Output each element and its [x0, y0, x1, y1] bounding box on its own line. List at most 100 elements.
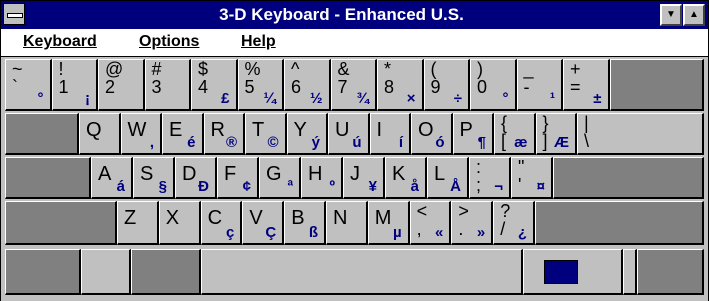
key-sym9[interactable]: :; ¬ [469, 157, 511, 199]
key-C[interactable]: Cç [200, 201, 243, 245]
key-label: A [98, 163, 112, 185]
key-shift-label: ( [430, 59, 437, 79]
key-sym11[interactable]: }] Æ [535, 113, 577, 155]
key-X[interactable]: X [158, 201, 201, 245]
key-tilde[interactable]: ~ ` ° [5, 59, 52, 111]
key-label: - [523, 77, 530, 97]
spacebar-key[interactable] [201, 249, 523, 295]
key-N[interactable]: N [326, 201, 368, 245]
key-9[interactable]: (9 ÷ [423, 59, 470, 111]
menu-keyboard[interactable]: Keyboard [23, 33, 97, 51]
key-label: X [165, 207, 180, 229]
key-L[interactable]: LÅ [427, 157, 469, 199]
key-4[interactable]: $4 £ [191, 59, 238, 111]
key-Q[interactable]: Q [79, 113, 121, 155]
key-alt-label: Ç [265, 224, 277, 241]
key-alt-label: ¹ [550, 90, 555, 107]
right-alt-key[interactable] [523, 249, 623, 295]
key-label: ' [518, 175, 522, 195]
key-A[interactable]: Aá [91, 157, 133, 199]
key-label: 8 [384, 77, 395, 97]
key-W[interactable]: W, [120, 113, 162, 155]
key-G[interactable]: Gª [259, 157, 301, 199]
key-R[interactable]: R ® [203, 113, 245, 155]
window-title: 3-D Keyboard - Enhanced U.S. [219, 5, 464, 24]
key-0[interactable]: ) 0 ° [470, 59, 517, 111]
key-sym10[interactable]: " ' ¤ [511, 157, 553, 199]
key-sym8[interactable]: >. » [451, 201, 494, 245]
key-alt-label: ¾ [356, 90, 369, 107]
key-alt-label: ÷ [453, 90, 462, 107]
key-sym12[interactable]: | \ [577, 113, 704, 155]
key-label: 0 [477, 77, 488, 97]
key-K[interactable]: Kå [385, 157, 427, 199]
key--[interactable]: _ - ¹ [516, 59, 563, 111]
key-7[interactable]: & 7 ¾ [330, 59, 377, 111]
key-O[interactable]: Oó [411, 113, 453, 155]
key-alt-label: ° [37, 90, 44, 107]
key-alt-label: é [187, 134, 196, 151]
right-win-key[interactable] [623, 249, 637, 295]
key-alt-label: í [398, 134, 403, 151]
key-2[interactable]: @2 [98, 59, 145, 111]
caps-lock-key[interactable] [5, 157, 91, 199]
key-alt-label: ½ [309, 90, 323, 107]
key-6[interactable]: ^ 6 ½ [284, 59, 331, 111]
key-E[interactable]: Eé [162, 113, 204, 155]
menu-help[interactable]: Help [241, 33, 276, 51]
key-=[interactable]: + = ± [563, 59, 610, 111]
key-shift-label: % [244, 59, 261, 79]
key-D[interactable]: DĐ [175, 157, 217, 199]
menu-help-label: Help [241, 33, 276, 50]
left-ctrl-key[interactable] [5, 249, 81, 295]
key-B[interactable]: Bß [284, 201, 326, 245]
enter-key[interactable] [553, 157, 704, 199]
key-alt-label: ó [435, 134, 445, 151]
key-alt-label: ¢ [242, 178, 251, 195]
key-F[interactable]: F ¢ [217, 157, 259, 199]
key-8[interactable]: * 8 × [377, 59, 424, 111]
key-H[interactable]: Hº [301, 157, 343, 199]
key-T[interactable]: T © [245, 113, 287, 155]
key-label: 2 [105, 77, 116, 97]
key-3[interactable]: #3 [144, 59, 191, 111]
right-ctrl-key[interactable] [637, 249, 704, 295]
key-J[interactable]: J ¥ [343, 157, 385, 199]
key-sym10[interactable]: {[æ [494, 113, 536, 155]
key-label: ] [542, 131, 548, 151]
minimize-button[interactable]: ▼ [660, 4, 682, 26]
key-P[interactable]: P ¶ [452, 113, 494, 155]
tab-key[interactable] [5, 113, 79, 155]
key-Z[interactable]: Z [117, 201, 159, 245]
key-S[interactable]: S § [133, 157, 175, 199]
left-shift-key[interactable] [5, 201, 117, 245]
key-U[interactable]: Uú [328, 113, 370, 155]
key-shift-label: ) [477, 59, 483, 79]
key-sym7[interactable]: <, « [409, 201, 452, 245]
maximize-button[interactable]: ▲ [683, 4, 705, 26]
backspace-key[interactable] [609, 59, 704, 111]
right-shift-key[interactable] [535, 201, 704, 245]
key-alt-label: µ [392, 224, 402, 241]
left-win-key[interactable] [81, 249, 131, 295]
key-shift-label: > [458, 201, 469, 221]
key-M[interactable]: Mµ [367, 201, 410, 245]
key-Y[interactable]: Yý [286, 113, 328, 155]
key-1[interactable]: ! 1 ¡ [51, 59, 98, 111]
key-label: G [266, 163, 282, 185]
key-5[interactable]: % 5 ¼ [237, 59, 284, 111]
key-label: H [308, 163, 323, 185]
key-alt-label: á [116, 178, 125, 195]
key-label: D [182, 163, 197, 185]
key-shift-label: } [542, 113, 549, 133]
key-label: = [570, 77, 581, 97]
key-V[interactable]: VÇ [242, 201, 285, 245]
menu-options[interactable]: Options [139, 33, 199, 51]
key-sym9[interactable]: ? / ¿ [493, 201, 535, 245]
left-alt-key[interactable] [131, 249, 201, 295]
key-label: F [224, 163, 237, 185]
key-I[interactable]: Ií [369, 113, 411, 155]
key-label: Q [86, 119, 102, 141]
title-bar[interactable]: 3-D Keyboard - Enhanced U.S. ▼ ▲ [1, 1, 708, 29]
system-menu-button[interactable] [3, 3, 25, 25]
